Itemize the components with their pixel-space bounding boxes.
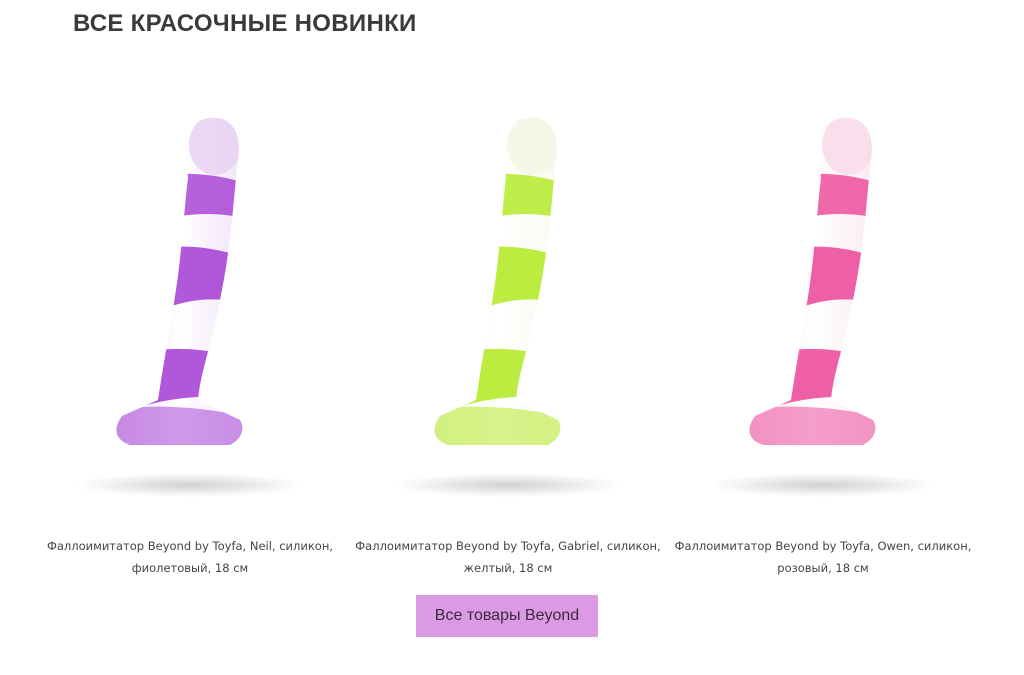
product-grid: Фаллоимитатор Beyond by Toyfa, Neil, сил… [35,95,990,585]
product-card[interactable]: Фаллоимитатор Beyond by Toyfa, Owen, сил… [668,95,978,585]
product-name[interactable]: Фаллоимитатор Beyond by Toyfa, Gabriel, … [353,535,663,579]
product-card[interactable]: Фаллоимитатор Beyond by Toyfa, Gabriel, … [353,95,663,585]
product-image[interactable] [60,100,320,500]
product-image[interactable] [693,100,953,500]
product-name[interactable]: Фаллоимитатор Beyond by Toyfa, Neil, сил… [35,535,345,579]
section-heading: ВСЕ КРАСОЧНЫЕ НОВИНКИ [73,10,417,37]
product-name[interactable]: Фаллоимитатор Beyond by Toyfa, Owen, сил… [668,535,978,579]
all-beyond-products-button[interactable]: Все товары Beyond [416,595,598,637]
product-card[interactable]: Фаллоимитатор Beyond by Toyfa, Neil, сил… [35,95,345,585]
product-image[interactable] [378,100,638,500]
